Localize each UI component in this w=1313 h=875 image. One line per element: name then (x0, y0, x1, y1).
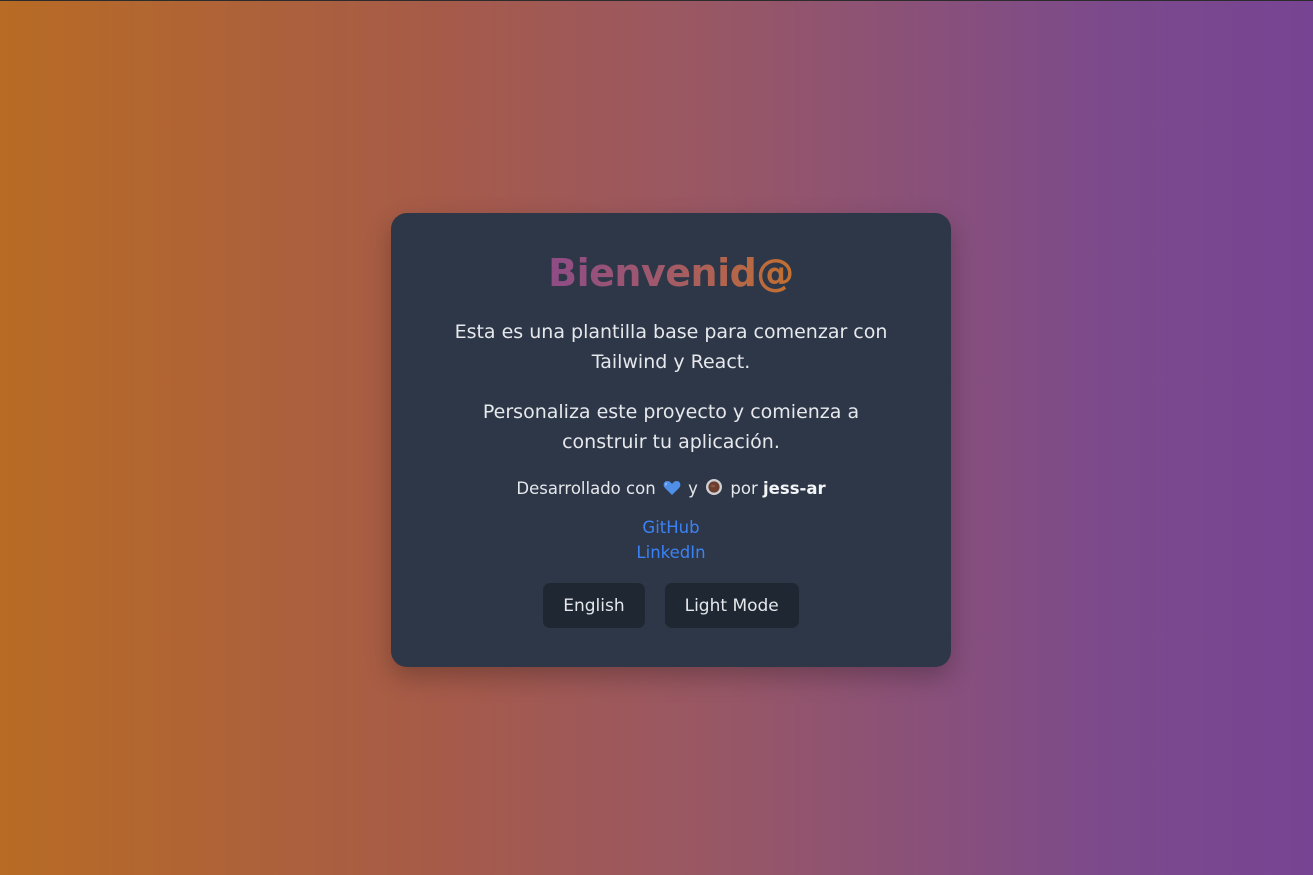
theme-toggle-button[interactable]: Light Mode (664, 583, 799, 628)
welcome-card: Bienvenid@ Esta es una plantilla base pa… (391, 213, 951, 667)
github-link[interactable]: GitHub (391, 515, 951, 540)
coffee-icon (705, 478, 723, 495)
author-name: jess-ar (763, 479, 826, 498)
title-wrapper: Bienvenid@ (391, 251, 951, 299)
intro-paragraph: Esta es una plantilla base para comenzar… (454, 321, 888, 373)
language-toggle-button[interactable]: English (543, 583, 645, 628)
credits-line: Desarrollado con y por jess-ar (391, 478, 951, 498)
blue-heart-icon (663, 480, 681, 496)
window-top-border (0, 0, 1313, 1)
linkedin-link[interactable]: LinkedIn (391, 540, 951, 565)
page-title: Bienvenid@ (548, 251, 794, 299)
social-links: GitHub LinkedIn (391, 515, 951, 565)
credits-prefix: Desarrollado con (516, 479, 656, 498)
credits-connector: y (688, 479, 698, 498)
credits-by: por (730, 479, 758, 498)
customize-paragraph: Personaliza este proyecto y comienza a c… (482, 401, 860, 453)
button-row: English Light Mode (391, 583, 951, 628)
